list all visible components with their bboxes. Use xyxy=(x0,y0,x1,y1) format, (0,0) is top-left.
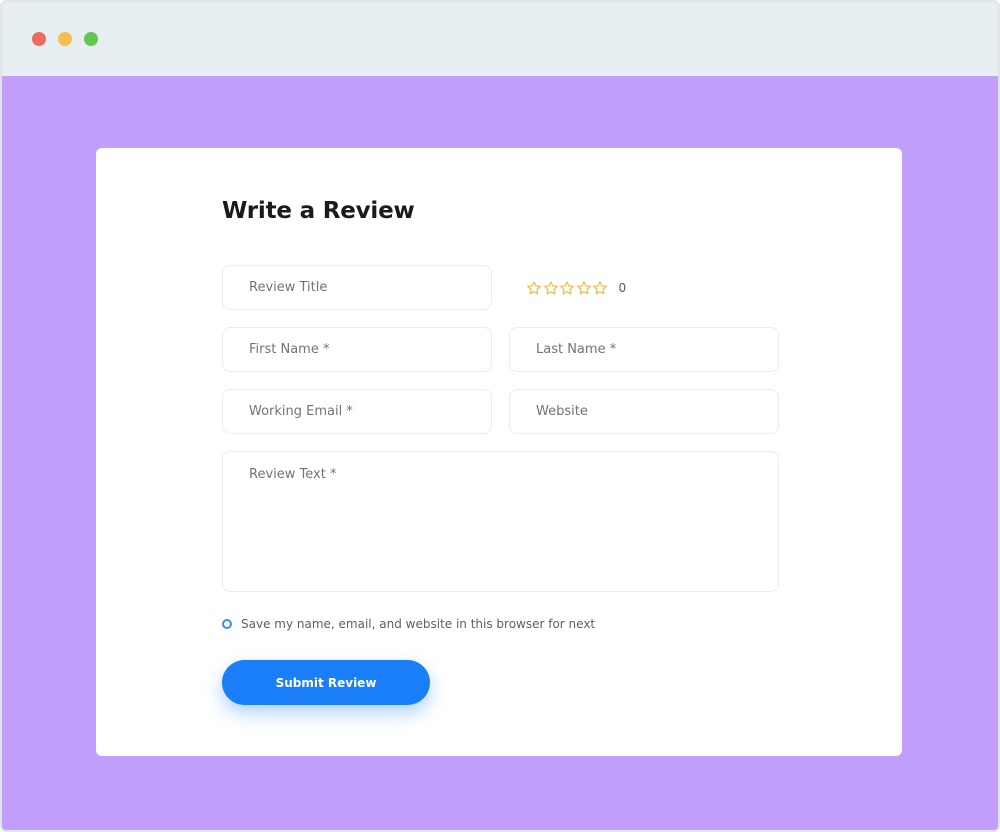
maximize-dot[interactable] xyxy=(84,32,98,46)
browser-window: Write a Review 0 Save my name, email, an… xyxy=(0,0,1000,832)
form-title: Write a Review xyxy=(222,198,415,224)
last-name-input[interactable] xyxy=(509,327,779,372)
star-icon[interactable] xyxy=(592,280,608,296)
star-icon[interactable] xyxy=(559,280,575,296)
rating-count: 0 xyxy=(618,281,627,295)
star-rating[interactable]: 0 xyxy=(526,279,626,297)
remember-me-radio[interactable] xyxy=(222,619,232,629)
window-titlebar xyxy=(2,2,998,76)
remember-me-option[interactable]: Save my name, email, and website in this… xyxy=(222,617,595,631)
email-input[interactable] xyxy=(222,389,492,434)
website-input[interactable] xyxy=(509,389,779,434)
star-icon[interactable] xyxy=(526,280,542,296)
review-title-input[interactable] xyxy=(222,265,492,310)
first-name-input[interactable] xyxy=(222,327,492,372)
star-icon[interactable] xyxy=(543,280,559,296)
review-form-card: Write a Review 0 Save my name, email, an… xyxy=(96,148,902,756)
remember-me-label: Save my name, email, and website in this… xyxy=(241,617,596,631)
minimize-dot[interactable] xyxy=(58,32,72,46)
review-text-input[interactable] xyxy=(222,451,779,592)
star-icon[interactable] xyxy=(576,280,592,296)
submit-review-button[interactable]: Submit Review xyxy=(222,660,430,705)
close-dot[interactable] xyxy=(32,32,46,46)
